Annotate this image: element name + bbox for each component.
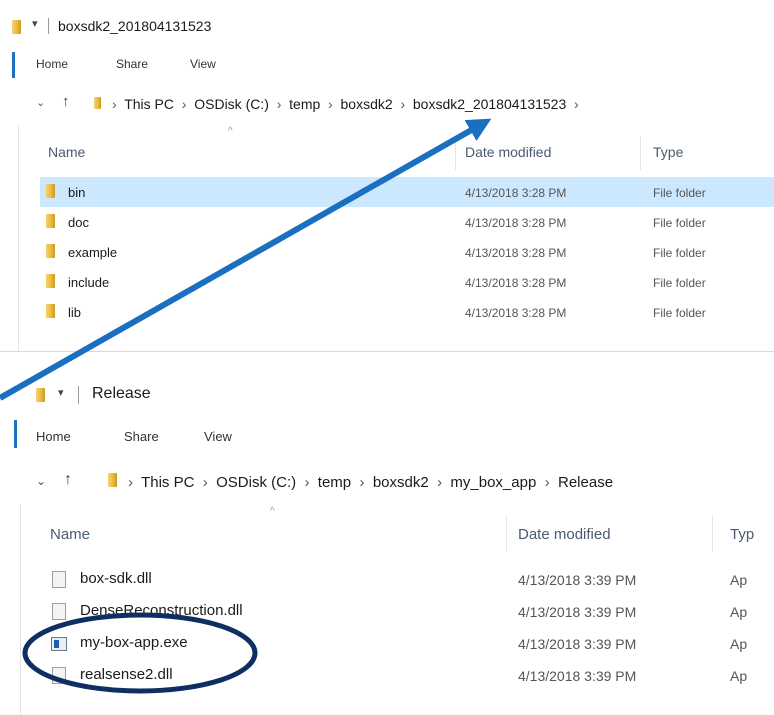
- column-date-modified[interactable]: Date modified: [518, 526, 611, 543]
- address-folder-icon: [108, 473, 117, 487]
- folder-icon: [46, 244, 55, 258]
- row-date: 4/13/2018 3:39 PM: [518, 604, 637, 620]
- breadcrumb-release[interactable]: Release: [558, 474, 613, 491]
- ribbon-file-tab-edge: [14, 420, 17, 448]
- row-type: Ap: [730, 604, 748, 620]
- row-name: bin: [68, 185, 86, 200]
- column-name[interactable]: Name: [50, 526, 90, 543]
- folder-icon: [12, 20, 21, 34]
- column-date-modified[interactable]: Date modified: [465, 144, 551, 160]
- row-type: File folder: [653, 306, 706, 320]
- folder-icon: [46, 214, 55, 228]
- tab-home[interactable]: Home: [36, 57, 68, 71]
- breadcrumb-this-pc[interactable]: This PC: [124, 96, 174, 112]
- explorer-window-release: ▾ Release Home Share View ⌄ ↑ › This PC …: [0, 372, 774, 715]
- column-divider[interactable]: [640, 136, 641, 170]
- exe-file-icon: [51, 637, 67, 651]
- column-name[interactable]: Name: [48, 144, 85, 160]
- row-date: 4/13/2018 3:39 PM: [518, 668, 637, 684]
- address-folder-icon: [94, 97, 101, 109]
- up-arrow-icon[interactable]: ↑: [64, 471, 72, 489]
- nav-pane-divider: [20, 504, 21, 715]
- tab-home[interactable]: Home: [36, 429, 71, 444]
- dll-file-icon: [52, 667, 66, 684]
- quick-access-dropdown[interactable]: ▾: [32, 17, 38, 30]
- tab-share[interactable]: Share: [124, 429, 159, 444]
- row-name: DenseReconstruction.dll: [80, 602, 243, 619]
- nav-pane-divider: [18, 126, 19, 352]
- row-type: File folder: [653, 216, 706, 230]
- row-name: include: [68, 275, 110, 290]
- recent-locations-chevron-icon[interactable]: ⌄: [36, 96, 45, 109]
- row-type: Ap: [730, 668, 748, 684]
- tab-view[interactable]: View: [190, 57, 216, 71]
- row-name: example: [68, 245, 118, 260]
- row-name: lib: [68, 305, 82, 320]
- breadcrumb-temp[interactable]: temp: [318, 474, 351, 491]
- breadcrumb-boxsdk2-dated[interactable]: boxsdk2_201804131523: [413, 96, 566, 112]
- sort-caret-icon: ^: [228, 126, 233, 137]
- dll-file-icon: [52, 571, 66, 588]
- folder-icon: [46, 304, 55, 318]
- breadcrumb-osdisk[interactable]: OSDisk (C:): [216, 474, 296, 491]
- row-date: 4/13/2018 3:39 PM: [518, 572, 637, 588]
- ribbon-file-tab-edge: [12, 52, 15, 78]
- breadcrumb-boxsdk2[interactable]: boxsdk2: [373, 474, 429, 491]
- row-date: 4/13/2018 3:28 PM: [465, 276, 567, 290]
- quick-access-dropdown[interactable]: ▾: [58, 386, 64, 399]
- breadcrumb-this-pc[interactable]: This PC: [141, 474, 194, 491]
- up-arrow-icon[interactable]: ↑: [62, 93, 70, 110]
- row-date: 4/13/2018 3:28 PM: [465, 216, 567, 230]
- column-type[interactable]: Typ: [730, 526, 754, 543]
- breadcrumb-my-box-app[interactable]: my_box_app: [450, 474, 536, 491]
- row-type: File folder: [653, 186, 706, 200]
- breadcrumb-osdisk[interactable]: OSDisk (C:): [194, 96, 269, 112]
- breadcrumb: › This PC › OSDisk (C:) › temp › boxsdk2…: [128, 474, 614, 491]
- folder-icon: [46, 274, 55, 288]
- column-type[interactable]: Type: [653, 144, 683, 160]
- breadcrumb: › This PC › OSDisk (C:) › temp › boxsdk2…: [112, 96, 579, 112]
- row-type: Ap: [730, 636, 748, 652]
- row-date: 4/13/2018 3:28 PM: [465, 186, 567, 200]
- row-name: box-sdk.dll: [80, 570, 152, 587]
- breadcrumb-temp[interactable]: temp: [289, 96, 320, 112]
- explorer-window-boxsdk2: ▾ boxsdk2_201804131523 Home Share View ⌄…: [0, 0, 774, 352]
- folder-icon: [36, 388, 45, 402]
- dll-file-icon: [52, 603, 66, 620]
- column-divider[interactable]: [455, 136, 456, 170]
- tab-view[interactable]: View: [204, 429, 232, 444]
- row-name: doc: [68, 215, 89, 230]
- sort-caret-icon: ^: [270, 506, 275, 517]
- row-type: Ap: [730, 572, 748, 588]
- window-title: boxsdk2_201804131523: [58, 18, 212, 34]
- window-title: Release: [92, 385, 151, 402]
- title-separator: [48, 18, 49, 34]
- row-name: my-box-app.exe: [80, 634, 188, 651]
- folder-icon: [46, 184, 55, 198]
- recent-locations-chevron-icon[interactable]: ⌄: [36, 474, 46, 488]
- breadcrumb-boxsdk2[interactable]: boxsdk2: [341, 96, 393, 112]
- row-type: File folder: [653, 246, 706, 260]
- tab-share[interactable]: Share: [116, 57, 148, 71]
- row-date: 4/13/2018 3:39 PM: [518, 636, 637, 652]
- row-type: File folder: [653, 276, 706, 290]
- row-date: 4/13/2018 3:28 PM: [465, 306, 567, 320]
- column-divider[interactable]: [712, 516, 713, 552]
- row-date: 4/13/2018 3:28 PM: [465, 246, 567, 260]
- column-divider[interactable]: [506, 516, 507, 552]
- title-separator: [78, 386, 79, 404]
- row-name: realsense2.dll: [80, 666, 173, 683]
